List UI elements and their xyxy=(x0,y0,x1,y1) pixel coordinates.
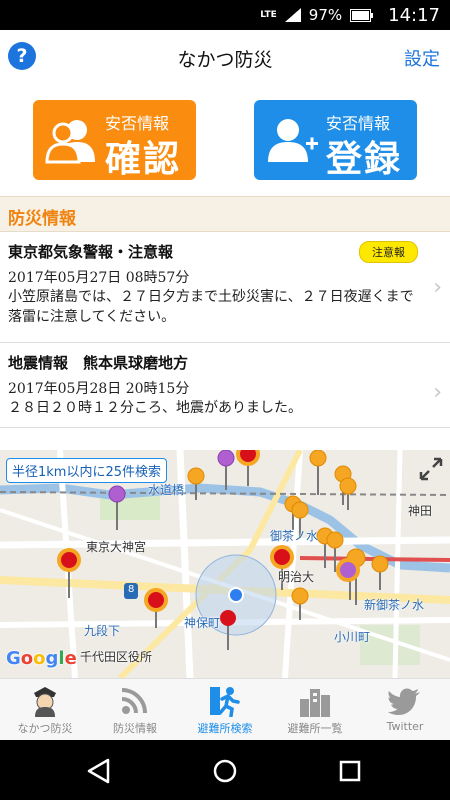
shelter-pin-selected[interactable] xyxy=(57,548,81,598)
tab-nakatsu-bousai[interactable]: なかつ防災 xyxy=(0,679,90,740)
back-icon[interactable] xyxy=(84,756,114,786)
news-date: 2017年05月27日 08時57分 xyxy=(8,270,190,286)
map-place-label: 明治大 xyxy=(278,570,315,584)
route-number: 8 xyxy=(128,584,135,595)
tab-shelter-search[interactable]: 避難所検索 xyxy=(180,679,270,740)
add-person-icon xyxy=(268,119,318,162)
twitter-bird-icon xyxy=(388,688,420,715)
clock: 14:17 xyxy=(388,4,440,26)
shelter-pin-selected[interactable] xyxy=(236,450,260,486)
map-place-label: 水道橋 xyxy=(148,483,185,497)
news-title: 東京都気象警報・注意報 xyxy=(8,243,174,261)
recents-icon[interactable] xyxy=(335,756,365,786)
map-place-label: 千代田区役所 xyxy=(80,650,153,664)
news-date: 2017年05月28日 20時15分 xyxy=(8,381,190,397)
buildings-icon xyxy=(300,689,330,717)
shelter-pin-alt[interactable] xyxy=(217,450,235,490)
map-base xyxy=(0,450,450,678)
evacuation-runner-icon xyxy=(210,687,240,717)
rss-icon xyxy=(121,688,147,714)
system-nav-bar xyxy=(0,740,450,800)
tab-disaster-info[interactable]: 防災情報 xyxy=(90,679,180,740)
shelter-pin[interactable] xyxy=(371,555,389,590)
home-icon[interactable] xyxy=(210,756,240,786)
map-place-label: 東京大神宮 xyxy=(86,540,147,554)
tab-label: 防災情報 xyxy=(113,722,157,735)
tab-shelter-list[interactable]: 避難所一覧 xyxy=(270,679,360,740)
news-section-header: 防災情報 xyxy=(0,196,450,232)
status-bar: LTE 97% 14:17 xyxy=(0,0,450,30)
tab-label: なかつ防災 xyxy=(17,722,73,735)
map-place-label: 九段下 xyxy=(84,624,121,638)
register-big-label: 登録 xyxy=(326,139,403,180)
shelter-pin[interactable] xyxy=(309,450,327,495)
news-item[interactable]: 地震情報 熊本県球磨地方 2017年05月28日 20時15分 ２８日２０時１２… xyxy=(0,344,450,428)
tab-label: 避難所検索 xyxy=(197,722,253,735)
expand-icon[interactable] xyxy=(418,456,444,482)
news-body: 小笠原諸島では、２７日夕方まで土砂災害に、２７日夜遅くまで落雷に注意してください… xyxy=(8,289,414,325)
bottom-tab-bar: なかつ防災 防災情報 避難所検索 避難所一覧 Twitter xyxy=(0,678,450,740)
warning-badge: 注意報 xyxy=(359,241,418,263)
map-place-label: 新御茶ノ水 xyxy=(364,598,425,612)
chevron-right-icon: › xyxy=(433,380,442,405)
map-place-label: 御茶ノ水 xyxy=(270,529,319,543)
battery-icon xyxy=(350,8,374,22)
safety-register-button[interactable]: 安否情報 登録 xyxy=(254,100,417,180)
tab-label: 避難所一覧 xyxy=(287,722,343,735)
news-body: ２８日２０時１２分ころ、地震がありました。 xyxy=(8,400,302,416)
news-title: 地震情報 熊本県球磨地方 xyxy=(8,354,189,372)
map-place-label: 神田 xyxy=(408,504,433,518)
safety-confirm-button[interactable]: 安否情報 確認 xyxy=(33,100,196,180)
google-logo: Google xyxy=(6,648,77,669)
settings-button[interactable]: 設定 xyxy=(404,45,440,71)
radius-search-button[interactable]: 半径1km以内に25件検索 xyxy=(6,458,168,483)
chevron-right-icon: › xyxy=(433,275,442,300)
shelter-pin[interactable] xyxy=(291,587,309,620)
shelter-map[interactable]: 半径1km以内に25件検索 水道橋 東京大神宮 御茶ノ水 明治大 九段下 神保町… xyxy=(0,450,450,678)
tab-label: Twitter xyxy=(386,720,424,733)
mascot-icon xyxy=(34,687,56,717)
people-icon xyxy=(45,120,95,164)
network-label: LTE xyxy=(260,10,277,20)
map-place-label: 神保町 xyxy=(184,616,221,630)
app-title: なかつ防災 xyxy=(177,49,273,71)
app-header: ? なかつ防災 設定 xyxy=(0,30,450,84)
map-place-label: 小川町 xyxy=(334,630,371,644)
battery-percent: 97% xyxy=(308,6,343,24)
signal-icon xyxy=(284,8,301,22)
news-section-title: 防災情報 xyxy=(8,209,76,229)
confirm-big-label: 確認 xyxy=(105,139,182,180)
news-item[interactable]: 東京都気象警報・注意報 注意報 2017年05月27日 08時57分 小笠原諸島… xyxy=(0,233,450,343)
tab-twitter[interactable]: Twitter xyxy=(360,679,450,740)
